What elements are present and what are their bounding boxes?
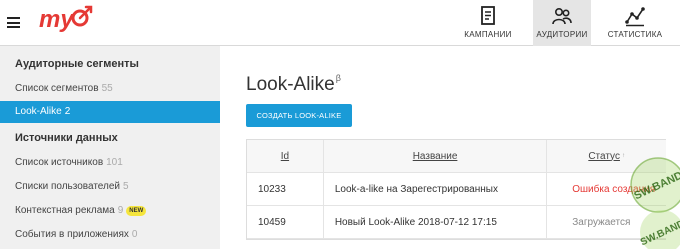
- beta-mark: β: [335, 73, 341, 83]
- sidebar-item-context-ads[interactable]: Контекстная реклама 9 NEW: [0, 200, 220, 222]
- sidebar-item-app-events[interactable]: События в приложениях 0: [0, 224, 220, 246]
- sidebar-item-count: 0: [131, 229, 138, 240]
- cell-name[interactable]: Новый Look-Alike 2018-07-12 17:15: [322, 206, 546, 238]
- nav-tab-audiences[interactable]: АУДИТОРИИ: [533, 0, 591, 46]
- table-header-row: Id Название Статус ↑: [247, 140, 666, 173]
- hamburger-menu-icon[interactable]: [7, 17, 20, 28]
- column-header-name[interactable]: Название: [322, 140, 546, 172]
- nav-label-audiences: АУДИТОРИИ: [536, 30, 588, 39]
- top-header: my КАМПАНИИ АУДИТОРИИ СТАТИСТИКА: [0, 0, 680, 46]
- sidebar-item-count: 9: [117, 205, 124, 216]
- table-row[interactable]: 10459 Новый Look-Alike 2018-07-12 17:15 …: [247, 206, 666, 239]
- sidebar-item-count: 2: [64, 106, 71, 117]
- audience-people-icon: [552, 7, 572, 25]
- new-badge: NEW: [126, 206, 147, 216]
- sidebar-item-count: 55: [101, 83, 113, 94]
- table-row[interactable]: 10233 Look-a-like на Зарегестрированных …: [247, 173, 666, 206]
- nav-tab-campaigns[interactable]: КАМПАНИИ: [457, 0, 519, 46]
- sidebar-item-source-list[interactable]: Список источников 101: [0, 152, 220, 174]
- sidebar-item-look-alike[interactable]: Look-Alike 2: [0, 101, 220, 123]
- sidebar-item-label: Контекстная реклама: [15, 205, 115, 216]
- sidebar: Аудиторные сегменты Список сегментов 55 L…: [0, 46, 220, 249]
- sidebar-item-label: События в приложениях: [15, 229, 129, 240]
- cell-id: 10459: [258, 216, 286, 228]
- sidebar-item-count: 5: [123, 181, 129, 192]
- nav-label-campaigns: КАМПАНИИ: [464, 30, 512, 39]
- sidebar-item-label: Look-Alike: [15, 106, 62, 117]
- nav-label-statistics: СТАТИСТИКА: [607, 30, 663, 39]
- statistics-chart-icon: [625, 7, 645, 27]
- create-look-alike-button[interactable]: СОЗДАТЬ LOOK-ALIKE: [246, 104, 352, 127]
- campaigns-document-icon: [481, 6, 495, 25]
- main-content: Look-Alikeβ СОЗДАТЬ LOOK-ALIKE Id Назван…: [220, 46, 680, 249]
- page-title: Look-Alikeβ: [246, 73, 341, 95]
- nav-tab-statistics[interactable]: СТАТИСТИКА: [603, 0, 667, 46]
- svg-text:my: my: [39, 6, 75, 33]
- sidebar-section-audience-segments: Аудиторные сегменты: [15, 58, 139, 70]
- sidebar-item-count: 101: [106, 157, 123, 168]
- mytarget-logo[interactable]: my: [38, 3, 100, 37]
- cell-name[interactable]: Look-a-like на Зарегестрированных: [322, 173, 546, 205]
- sidebar-section-data-sources: Источники данных: [15, 132, 118, 144]
- sidebar-item-segment-list[interactable]: Список сегментов 55: [0, 78, 220, 100]
- cell-id: 10233: [258, 183, 286, 195]
- sidebar-item-label: Списки пользователей: [15, 181, 121, 192]
- sidebar-item-user-lists[interactable]: Списки пользователей 5: [0, 176, 220, 198]
- sidebar-item-label: Список источников: [15, 157, 104, 168]
- sidebar-item-label: Список сегментов: [15, 83, 99, 94]
- watermark-stamp: SW.BAND SW.BAND: [618, 150, 680, 249]
- look-alike-table: Id Название Статус ↑ 10233 Look-a-like на…: [246, 139, 666, 240]
- column-header-id[interactable]: Id: [247, 140, 323, 172]
